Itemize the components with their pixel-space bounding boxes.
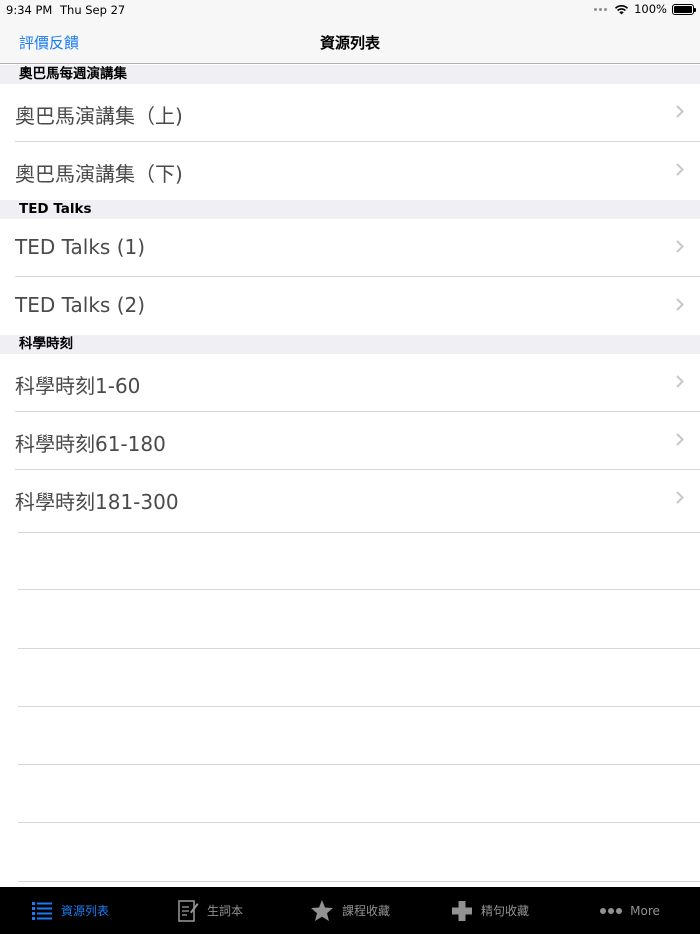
navigation-bar: 評價反饋 資源列表 bbox=[0, 20, 700, 64]
page-title: 資源列表 bbox=[319, 34, 380, 52]
list-item-label: 奧巴馬演講集（上) bbox=[15, 104, 183, 128]
tab-label: More bbox=[630, 903, 660, 918]
list-item[interactable]: 奧巴馬演講集（上) bbox=[0, 84, 700, 142]
tab-course-favorites[interactable]: 課程收藏 bbox=[280, 887, 420, 934]
list-item[interactable]: TED Talks (2) bbox=[0, 277, 700, 335]
tab-label: 課程收藏 bbox=[341, 904, 390, 918]
section-header: TED Talks bbox=[0, 200, 700, 219]
status-date: Thu Sep 27 bbox=[60, 3, 126, 17]
list-item-label: TED Talks (1) bbox=[15, 235, 146, 259]
chevron-right-icon bbox=[676, 491, 684, 504]
empty-rows bbox=[0, 532, 700, 882]
list-item-label: 奧巴馬演講集（下) bbox=[15, 162, 183, 186]
list-item[interactable]: 科學時刻61-180 bbox=[0, 412, 700, 470]
list-icon bbox=[31, 901, 52, 920]
list-item[interactable]: 科學時刻181-300 bbox=[0, 470, 700, 528]
tab-label: 精句收藏 bbox=[480, 904, 529, 918]
chevron-right-icon bbox=[676, 240, 684, 253]
signal-icon bbox=[594, 7, 608, 11]
tab-vocabulary[interactable]: 生詞本 bbox=[140, 887, 280, 934]
more-icon bbox=[600, 907, 623, 914]
status-right: 100% bbox=[594, 2, 696, 16]
tab-label: 資源列表 bbox=[60, 904, 109, 918]
list-item-label: 科學時刻181-300 bbox=[15, 490, 179, 514]
chevron-right-icon bbox=[676, 433, 684, 446]
chevron-right-icon bbox=[676, 163, 684, 176]
wifi-icon bbox=[615, 4, 629, 14]
tab-bar: 資源列表 生詞本 課程收藏 精句收藏 More bbox=[0, 887, 700, 934]
tab-label: 生詞本 bbox=[206, 904, 243, 918]
resource-list: 奧巴馬每週演講集 奧巴馬演講集（上) 奧巴馬演講集（下) TED Talks T… bbox=[0, 65, 700, 528]
list-item[interactable]: 奧巴馬演講集（下) bbox=[0, 142, 700, 200]
plus-icon bbox=[451, 900, 472, 921]
chevron-right-icon bbox=[676, 298, 684, 311]
battery-icon bbox=[672, 3, 696, 15]
section-header: 奧巴馬每週演講集 bbox=[0, 65, 700, 84]
chevron-right-icon bbox=[676, 105, 684, 118]
tab-resource-list[interactable]: 資源列表 bbox=[0, 887, 140, 934]
list-item-label: 科學時刻61-180 bbox=[15, 432, 166, 456]
section-header: 科學時刻 bbox=[0, 335, 700, 354]
battery-percent: 100% bbox=[634, 2, 667, 16]
list-item-label: TED Talks (2) bbox=[15, 293, 146, 317]
list-item[interactable]: 科學時刻1-60 bbox=[0, 354, 700, 412]
list-item[interactable]: TED Talks (1) bbox=[0, 219, 700, 277]
status-bar: 9:34 PM Thu Sep 27 100% bbox=[0, 0, 700, 20]
status-time: 9:34 PM bbox=[6, 3, 53, 17]
star-icon bbox=[310, 900, 333, 921]
notebook-icon bbox=[178, 899, 199, 922]
tab-sentence-favorites[interactable]: 精句收藏 bbox=[420, 887, 560, 934]
tab-more[interactable]: More bbox=[560, 887, 700, 934]
chevron-right-icon bbox=[676, 375, 684, 388]
list-item-label: 科學時刻1-60 bbox=[15, 374, 141, 398]
